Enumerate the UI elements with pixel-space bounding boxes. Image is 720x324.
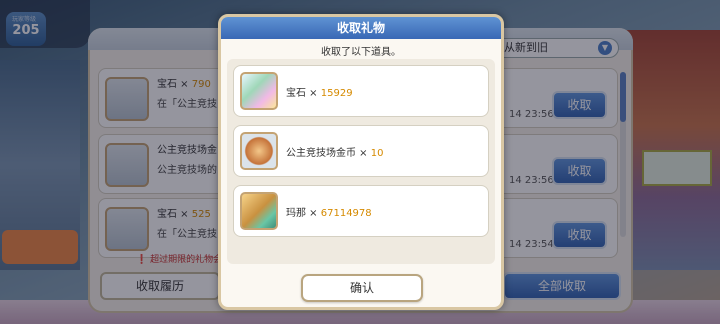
received-item: 玛那 × 67114978 bbox=[233, 185, 489, 237]
dialog-title: 收取礼物 bbox=[221, 17, 501, 39]
mana-icon bbox=[240, 192, 278, 230]
claim-result-dialog: 收取礼物 收取了以下道具。 宝石 × 15929 公主竞技场金币 × 10 玛那… bbox=[218, 14, 504, 310]
arena-coin-icon bbox=[240, 132, 278, 170]
item-label: 宝石 × 15929 bbox=[286, 88, 353, 99]
received-item: 宝石 × 15929 bbox=[233, 65, 489, 117]
confirm-button[interactable]: 确认 bbox=[301, 274, 423, 302]
item-qty: 67114978 bbox=[320, 208, 372, 219]
item-label: 玛那 × 67114978 bbox=[286, 208, 372, 219]
item-label: 公主竞技场金币 × 10 bbox=[286, 148, 384, 159]
dialog-subtitle: 收取了以下道具。 bbox=[321, 47, 401, 58]
item-qty: 15929 bbox=[320, 88, 353, 99]
gem-icon bbox=[240, 72, 278, 110]
received-items-list: 宝石 × 15929 公主竞技场金币 × 10 玛那 × 67114978 bbox=[227, 59, 495, 264]
item-qty: 10 bbox=[370, 148, 384, 159]
received-item: 公主竞技场金币 × 10 bbox=[233, 125, 489, 177]
